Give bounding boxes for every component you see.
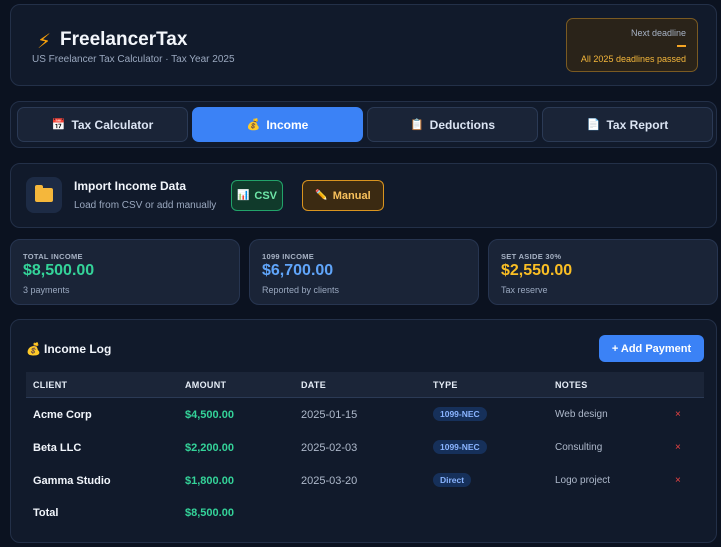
import-title: Import Income Data — [74, 179, 187, 193]
type-cell: 1099-NEC — [433, 407, 487, 421]
column-header-date[interactable]: DATE — [301, 380, 326, 390]
total-amount: $8,500.00 — [185, 507, 234, 519]
delete-row-button[interactable]: × — [675, 442, 681, 453]
deadline-value — [677, 45, 686, 47]
table-row: Beta LLC $2,200.00 2025-02-03 1099-NEC C… — [26, 432, 704, 465]
column-header-amount[interactable]: AMOUNT — [185, 380, 226, 390]
clipboard-icon: 📋 — [409, 119, 424, 131]
stat-value: $6,700.00 — [262, 262, 334, 279]
money-bag-icon: 💰 — [26, 342, 41, 356]
amount-cell: $2,200.00 — [185, 442, 234, 454]
notes-cell: Web design — [555, 409, 608, 420]
notes-cell: Consulting — [555, 442, 603, 453]
import-subtitle: Load from CSV or add manually — [74, 200, 217, 211]
tab-label: Tax Report — [606, 117, 669, 132]
deadline-label: Next deadline — [630, 28, 686, 38]
pencil-icon: ✏️ — [315, 190, 328, 201]
tab-label: Income — [266, 117, 309, 132]
type-cell: Direct — [433, 473, 472, 487]
stat-set-aside: SET ASIDE 30% $2,550.00 Tax reserve — [488, 239, 718, 305]
folder-icon — [26, 177, 62, 213]
type-badge: 1099-NEC — [433, 440, 487, 454]
table-total-row: Total $8,500.00 — [26, 497, 704, 530]
stat-sub: Reported by clients — [262, 285, 340, 295]
column-header-type[interactable]: TYPE — [433, 380, 458, 390]
deadline-status: All 2025 deadlines passed — [580, 54, 686, 64]
tab-income[interactable]: 💰 Income — [192, 107, 363, 142]
manual-button-label: Manual — [332, 189, 371, 202]
stat-label: TOTAL INCOME — [23, 252, 83, 261]
date-cell: 2025-02-03 — [301, 442, 358, 454]
delete-row-button[interactable]: × — [675, 475, 681, 486]
client-cell: Acme Corp — [33, 409, 92, 421]
date-cell: 2025-01-15 — [301, 409, 358, 421]
column-header-notes[interactable]: NOTES — [555, 380, 588, 390]
money-bag-icon: 💰 — [246, 119, 261, 131]
lightning-icon: ⚡ — [37, 31, 52, 53]
stat-1099-income: 1099 INCOME $6,700.00 Reported by client… — [249, 239, 479, 305]
table-icon: 📅 — [51, 119, 66, 131]
stat-label: SET ASIDE 30% — [501, 252, 562, 261]
client-cell: Beta LLC — [33, 442, 82, 454]
type-cell: 1099-NEC — [433, 440, 487, 454]
manual-entry-button[interactable]: ✏️ Manual — [302, 180, 384, 211]
deadline-box: Next deadline All 2025 deadlines passed — [566, 18, 698, 72]
tab-label: Deductions — [429, 117, 496, 132]
app-title: FreelancerTax — [60, 29, 188, 50]
tab-tax-calculator[interactable]: 📅 Tax Calculator — [17, 107, 188, 142]
table-row: Acme Corp $4,500.00 2025-01-15 1099-NEC … — [26, 399, 704, 432]
client-cell: Gamma Studio — [33, 475, 111, 487]
notes-cell: Logo project — [555, 475, 611, 486]
type-badge: Direct — [433, 473, 472, 487]
stat-sub: Tax reserve — [501, 285, 548, 295]
tab-label: Tax Calculator — [71, 117, 154, 132]
type-badge: 1099-NEC — [433, 407, 487, 421]
add-payment-button[interactable]: + Add Payment — [599, 335, 704, 362]
table-row: Gamma Studio $1,800.00 2025-03-20 Direct… — [26, 465, 704, 498]
import-panel: Import Income Data Load from CSV or add … — [10, 163, 717, 228]
delete-row-button[interactable]: × — [675, 409, 681, 420]
date-cell: 2025-03-20 — [301, 475, 358, 487]
stat-value: $8,500.00 — [23, 262, 95, 279]
amount-cell: $1,800.00 — [185, 475, 234, 487]
income-log-panel: 💰 Income Log + Add Payment CLIENT AMOUNT… — [10, 319, 717, 543]
tab-tax-report[interactable]: 📄 Tax Report — [542, 107, 713, 142]
stat-total-income: TOTAL INCOME $8,500.00 3 payments — [10, 239, 240, 305]
stat-value: $2,550.00 — [501, 262, 573, 279]
app-header: ⚡ FreelancerTax US Freelancer Tax Calcul… — [10, 4, 717, 86]
csv-button-label: CSV — [254, 189, 278, 202]
column-header-client[interactable]: CLIENT — [33, 380, 67, 390]
table-header: CLIENT AMOUNT DATE TYPE NOTES — [26, 372, 704, 398]
stat-label: 1099 INCOME — [262, 252, 315, 261]
tab-bar: 📅 Tax Calculator 💰 Income 📋 Deductions 📄… — [10, 101, 717, 148]
tab-deductions[interactable]: 📋 Deductions — [367, 107, 538, 142]
chart-icon: 📊 — [236, 190, 250, 201]
income-log-title: Income Log — [44, 342, 112, 356]
document-icon: 📄 — [586, 119, 601, 131]
amount-cell: $4,500.00 — [185, 409, 234, 421]
stat-sub: 3 payments — [23, 285, 70, 295]
csv-import-button[interactable]: 📊 CSV — [231, 180, 283, 211]
total-label: Total — [33, 507, 59, 519]
app-subtitle: US Freelancer Tax Calculator · Tax Year … — [32, 54, 235, 65]
